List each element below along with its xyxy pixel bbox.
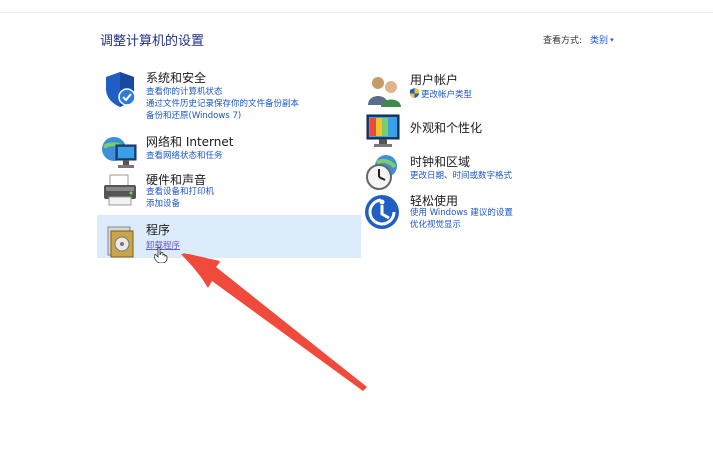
category-title[interactable]: 网络和 Internet (146, 133, 233, 150)
link-backup-restore[interactable]: 备份和还原(Windows 7) (146, 110, 299, 122)
category-user-accounts[interactable]: 用户帐户 更改帐户类型 (364, 71, 604, 107)
category-programs[interactable]: 程序 卸载程序 (100, 221, 360, 258)
uac-shield-icon (410, 88, 419, 98)
category-appearance[interactable]: 外观和个性化 (364, 111, 604, 149)
users-icon (364, 71, 404, 111)
category-clock-region[interactable]: 时钟和区域 更改日期、时间或数字格式 (364, 153, 604, 190)
shield-icon (100, 69, 140, 109)
category-title[interactable]: 程序 (146, 221, 170, 238)
clock-globe-icon (364, 153, 404, 193)
link-add-device[interactable]: 添加设备 (146, 198, 214, 210)
category-title[interactable]: 系统和安全 (146, 69, 206, 86)
link-file-history[interactable]: 通过文件历史记录保存你的文件备份副本 (146, 98, 299, 110)
ease-of-access-icon (364, 192, 404, 232)
hand-cursor-icon (154, 247, 168, 263)
printer-icon (100, 171, 140, 211)
top-divider (0, 12, 713, 13)
link-change-account-type-label[interactable]: 更改帐户类型 (421, 90, 472, 100)
monitor-icon (364, 111, 404, 151)
link-windows-recommended[interactable]: 使用 Windows 建议的设置 (410, 207, 513, 219)
category-title[interactable]: 时钟和区域 (410, 153, 470, 170)
link-optimize-visual[interactable]: 优化视觉显示 (410, 219, 513, 231)
category-network-internet[interactable]: 网络和 Internet 查看网络状态和任务 (100, 133, 360, 168)
view-by-label: 查看方式: (543, 36, 583, 46)
programs-icon (100, 221, 140, 261)
link-devices-printers[interactable]: 查看设备和打印机 (146, 186, 214, 198)
page-title: 调整计算机的设置 (100, 34, 205, 49)
link-change-date-time-format[interactable]: 更改日期、时间或数字格式 (410, 170, 512, 182)
view-by: 查看方式: 类别 (543, 33, 614, 46)
link-view-computer-status[interactable]: 查看你的计算机状态 (146, 86, 299, 98)
category-hardware-sound[interactable]: 硬件和声音 查看设备和打印机 添加设备 (100, 171, 360, 213)
network-icon (100, 133, 140, 173)
category-title[interactable]: 用户帐户 (410, 71, 458, 88)
view-by-dropdown[interactable]: 类别 (590, 36, 614, 46)
category-ease-of-access[interactable]: 轻松使用 使用 Windows 建议的设置 优化视觉显示 (364, 192, 604, 234)
category-system-security[interactable]: 系统和安全 查看你的计算机状态 通过文件历史记录保存你的文件备份副本 备份和还原… (100, 69, 360, 121)
link-change-account-type[interactable]: 更改帐户类型 (410, 88, 472, 101)
category-title[interactable]: 外观和个性化 (410, 119, 482, 136)
link-network-status[interactable]: 查看网络状态和任务 (146, 150, 223, 162)
